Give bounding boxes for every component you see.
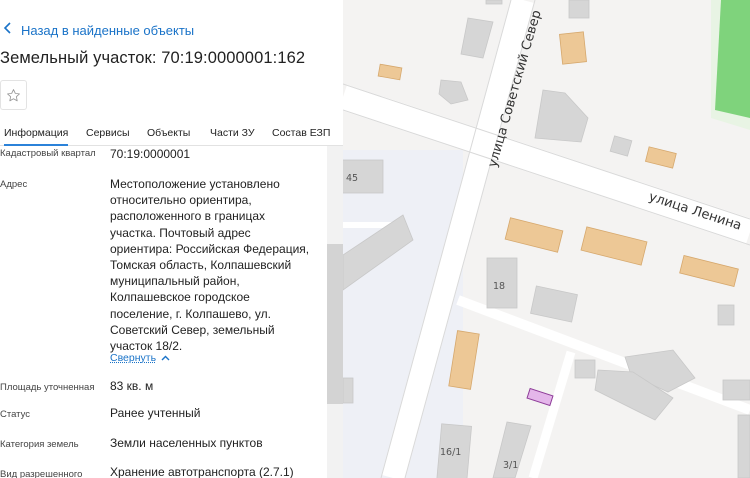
address-line: Советский Север, земельный — [110, 322, 275, 337]
favorite-button[interactable] — [0, 80, 27, 110]
address-line: относительно ориентира, — [110, 193, 252, 208]
map-canvas[interactable]: улица Советский Север улица Ленина 45 18… — [343, 0, 750, 478]
area-value: 83 кв. м — [110, 379, 154, 393]
building-highlight — [580, 226, 648, 266]
building-highlight — [559, 31, 587, 65]
tab-parcel-parts[interactable]: Части ЗУ — [210, 127, 255, 139]
building — [534, 89, 589, 143]
land-category-value: Земли населенных пунктов — [110, 436, 263, 450]
address-label: Адрес — [0, 179, 28, 190]
selected-parcel[interactable] — [526, 387, 554, 407]
building — [485, 0, 503, 5]
building — [438, 79, 469, 105]
building — [717, 304, 735, 326]
building-highlight — [644, 146, 677, 169]
area-label: Площадь уточненная — [0, 382, 95, 393]
tab-ezp-composition[interactable]: Состав ЕЗП — [272, 127, 330, 139]
address-line: расположенного в границах — [110, 209, 265, 224]
address-line: Колпашевское городское — [110, 290, 250, 305]
chevron-up-icon — [161, 355, 170, 361]
tab-objects[interactable]: Объекты — [147, 127, 190, 139]
address-line: участка. Почтовый адрес — [110, 225, 251, 240]
building — [574, 359, 596, 379]
building — [568, 0, 590, 19]
map-view[interactable]: улица Советский Север улица Ленина 45 18… — [343, 0, 750, 478]
house-number: 45 — [346, 173, 358, 184]
page-title: Земельный участок: 70:19:0000001:162 — [0, 49, 306, 67]
house-number: 3/1 — [503, 460, 518, 471]
building — [722, 379, 750, 401]
back-link-label: Назад в найденные объекты — [21, 22, 195, 38]
building — [530, 285, 578, 323]
address-line: Местоположение установлено — [110, 177, 280, 191]
info-table: Кадастровый квартал 70:19:0000001 Адрес … — [0, 146, 327, 478]
star-icon — [7, 88, 20, 101]
building — [343, 377, 354, 404]
address-line: муниципальный район, — [110, 274, 240, 289]
chevron-left-icon — [3, 21, 21, 39]
building-highlight — [377, 63, 403, 81]
tab-info[interactable]: Информация — [4, 127, 69, 146]
building — [737, 414, 750, 478]
address-line: поселение, г. Колпашево, ул. — [110, 306, 271, 321]
scrollbar-thumb[interactable] — [327, 244, 343, 404]
scrollbar[interactable] — [327, 146, 343, 478]
permitted-use-value: Хранение автотранспорта (2.7.1) — [110, 465, 294, 478]
house-number: 16/1 — [440, 447, 461, 458]
cadastral-quarter-value: 70:19:0000001 — [110, 147, 191, 161]
info-panel: Назад в найденные объекты Земельный учас… — [0, 0, 343, 478]
status-label: Статус — [0, 409, 31, 420]
road-minor — [528, 350, 576, 478]
building — [609, 135, 633, 157]
address-line: ориентира: Российская Федерация, — [110, 241, 310, 256]
collapse-label: Свернуть — [110, 352, 157, 364]
permitted-use-label: Вид разрешенного — [0, 469, 83, 478]
building — [460, 17, 494, 59]
address-value: Местоположение установлено относительно … — [110, 176, 309, 354]
tab-services[interactable]: Сервисы — [86, 127, 130, 139]
tab-bar: Информация Сервисы Объекты Части ЗУ Сост… — [0, 120, 343, 146]
address-line: Томская область, Колпашевский — [110, 258, 292, 273]
collapse-link[interactable]: Свернуть — [110, 352, 170, 364]
land-category-label: Категория земель — [0, 439, 79, 450]
status-value: Ранее учтенный — [110, 406, 201, 420]
cadastral-quarter-label: Кадастровый квартал — [0, 148, 96, 159]
house-number: 18 — [493, 281, 505, 292]
building-highlight — [679, 255, 739, 287]
building-highlight — [504, 217, 564, 253]
back-to-results-link[interactable]: Назад в найденные объекты — [3, 20, 194, 40]
sports-field — [715, 0, 750, 118]
